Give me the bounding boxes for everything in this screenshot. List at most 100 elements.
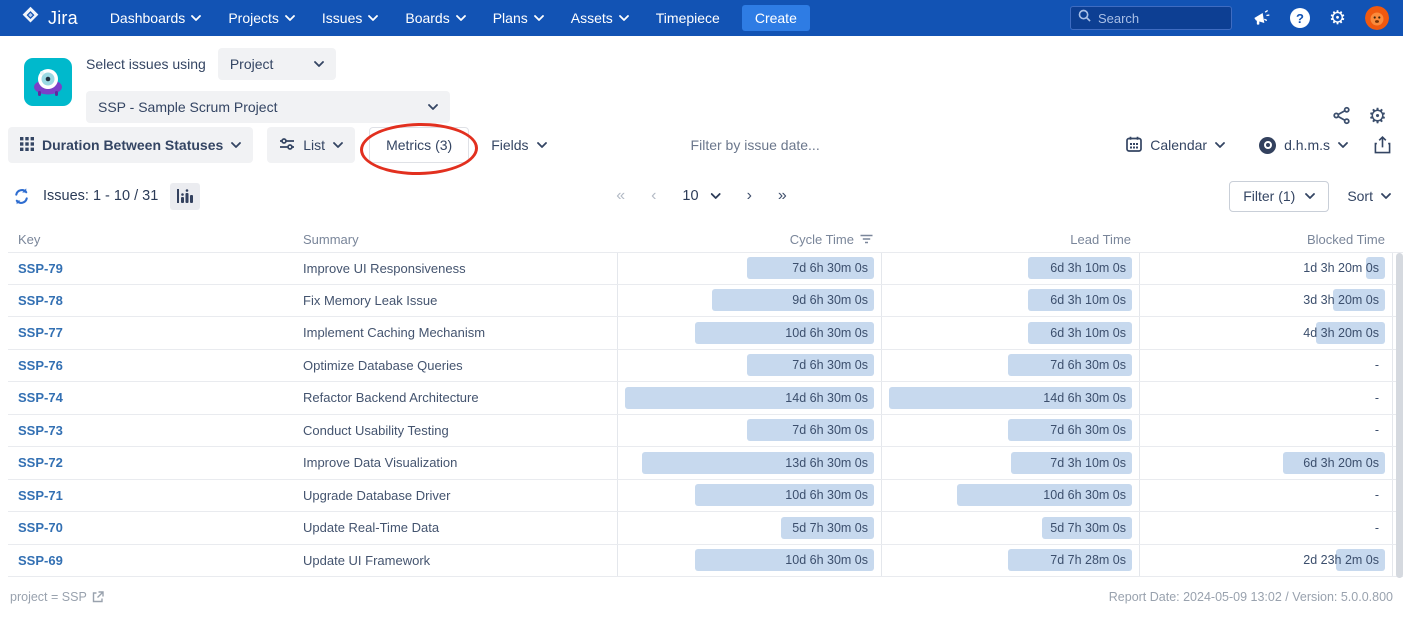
lead-time-value: 6d 3h 10m 0s — [1050, 322, 1126, 344]
cycle-time-cell: 10d 6h 30m 0s — [617, 317, 881, 349]
cycle-time-cell: 7d 6h 30m 0s — [617, 415, 881, 447]
help-icon[interactable]: ? — [1290, 8, 1310, 28]
announcements-icon[interactable] — [1251, 8, 1271, 28]
issue-key-link[interactable]: SSP-69 — [18, 553, 63, 568]
blocked-time-cell: - — [1139, 480, 1393, 512]
col-header-cycle-time[interactable]: Cycle Time — [617, 232, 881, 247]
create-button[interactable]: Create — [742, 5, 810, 31]
blocked-time-value: 1d 3h 20m 0s — [1303, 257, 1379, 279]
issue-summary: Improve UI Responsiveness — [293, 253, 617, 284]
metrics-button[interactable]: Metrics (3) — [369, 127, 469, 163]
export-icon[interactable] — [1370, 132, 1395, 158]
jira-logo-text: Jira — [48, 8, 78, 29]
issue-key-link[interactable]: SSP-77 — [18, 325, 63, 340]
lead-time-value: 7d 6h 30m 0s — [1050, 354, 1126, 376]
col-header-blocked-time[interactable]: Blocked Time — [1139, 232, 1393, 247]
nav-item-projects[interactable]: Projects — [228, 10, 295, 26]
issue-date-filter-input[interactable] — [691, 137, 891, 153]
table-row: SSP-71Upgrade Database Driver10d 6h 30m … — [8, 480, 1403, 513]
cycle-time-cell: 5d 7h 30m 0s — [617, 512, 881, 544]
share-icon[interactable] — [1332, 106, 1351, 130]
settings-gear-icon[interactable]: ⚙ — [1329, 9, 1346, 28]
nav-item-boards[interactable]: Boards — [405, 10, 465, 26]
sort-dropdown[interactable]: Sort — [1347, 188, 1391, 204]
issue-key-link[interactable]: SSP-73 — [18, 423, 63, 438]
issue-key-link[interactable]: SSP-79 — [18, 261, 63, 276]
issue-source-select[interactable]: Project — [218, 48, 336, 80]
report-type-dropdown[interactable]: Duration Between Statuses — [8, 127, 253, 163]
sliders-icon — [279, 137, 295, 154]
issue-key-link[interactable]: SSP-71 — [18, 488, 63, 503]
cycle-time-value: 10d 6h 30m 0s — [785, 549, 868, 571]
lead-time-value: 7d 6h 30m 0s — [1050, 419, 1126, 441]
nav-item-assets[interactable]: Assets — [571, 10, 629, 26]
lead-time-value: 6d 3h 10m 0s — [1050, 289, 1126, 311]
issue-key-link[interactable]: SSP-74 — [18, 390, 63, 405]
issue-key-link[interactable]: SSP-72 — [18, 455, 63, 470]
refresh-icon[interactable] — [12, 187, 31, 206]
blocked-time-cell: - — [1139, 512, 1393, 544]
filter-dropdown[interactable]: Filter (1) — [1229, 181, 1329, 212]
table-row: SSP-73Conduct Usability Testing7d 6h 30m… — [8, 415, 1403, 448]
report-version-label: Report Date: 2024-05-09 13:02 / Version:… — [1109, 590, 1393, 604]
project-select[interactable]: SSP - Sample Scrum Project — [86, 91, 450, 123]
report-settings-gear-icon[interactable]: ⚙ — [1368, 106, 1387, 130]
issue-summary: Update UI Framework — [293, 545, 617, 577]
lead-time-value: 14d 6h 30m 0s — [1043, 387, 1126, 409]
cycle-time-cell: 7d 6h 30m 0s — [617, 253, 881, 284]
view-mode-dropdown[interactable]: List — [267, 127, 355, 163]
external-link-icon[interactable] — [92, 591, 104, 603]
blocked-time-value: - — [1375, 354, 1379, 376]
nav-item-plans[interactable]: Plans — [493, 10, 544, 26]
chart-view-button[interactable] — [170, 183, 200, 210]
prev-page-button[interactable]: ‹ — [651, 187, 656, 205]
cycle-time-value: 9d 6h 30m 0s — [792, 289, 868, 311]
col-header-summary[interactable]: Summary — [293, 232, 617, 247]
lead-time-value: 10d 6h 30m 0s — [1043, 484, 1126, 506]
issues-control-bar: Issues: 1 - 10 / 31 « ‹ 10 › » Filter (1… — [8, 178, 1395, 214]
table-row: SSP-79 Improve UI Responsiveness 7d 6h 30m… — [8, 252, 1403, 285]
filter-lines-icon — [860, 232, 873, 247]
lead-time-value: 6d 3h 10m 0s — [1050, 257, 1126, 279]
fields-dropdown[interactable]: Fields — [479, 127, 558, 163]
issue-key-link[interactable]: SSP-76 — [18, 358, 63, 373]
issue-summary: Optimize Database Queries — [293, 350, 617, 382]
nav-item-dashboards[interactable]: Dashboards — [110, 10, 202, 26]
jira-logo[interactable]: Jira — [20, 5, 78, 31]
jira-logo-icon — [20, 5, 41, 31]
vertical-scrollbar[interactable] — [1396, 253, 1403, 578]
next-page-button[interactable]: › — [747, 187, 752, 205]
table-header-row: Key Summary Cycle Time Lead Time Blocked… — [8, 226, 1403, 252]
nav-item-issues[interactable]: Issues — [322, 10, 378, 26]
pagination: « ‹ 10 › » — [616, 187, 787, 205]
blocked-time-cell: 6d 3h 20m 0s — [1139, 447, 1393, 479]
first-page-button[interactable]: « — [616, 187, 625, 205]
table-row: SSP-72Improve Data Visualization13d 6h 3… — [8, 447, 1403, 480]
app-logo-icon — [24, 58, 72, 106]
search-input[interactable] — [1098, 11, 1224, 26]
user-avatar[interactable] — [1365, 6, 1389, 30]
lead-time-cell: 6d 3h 10m 0s — [881, 317, 1139, 349]
blocked-time-cell: - — [1139, 350, 1393, 382]
calendar-dropdown[interactable]: Calendar — [1114, 127, 1237, 163]
report-header: Select issues using Project SSP - Sample… — [0, 36, 1403, 124]
cycle-time-cell: 7d 6h 30m 0s — [617, 350, 881, 382]
blocked-time-value: 6d 3h 20m 0s — [1303, 452, 1379, 474]
cycle-time-value: 14d 6h 30m 0s — [785, 387, 868, 409]
col-header-lead-time[interactable]: Lead Time — [881, 232, 1139, 247]
cycle-time-value: 7d 6h 30m 0s — [792, 257, 868, 279]
cycle-time-cell: 10d 6h 30m 0s — [617, 480, 881, 512]
lead-time-cell: 7d 3h 10m 0s — [881, 447, 1139, 479]
page-size-select[interactable]: 10 — [682, 188, 720, 204]
jql-query-label: project = SSP — [10, 590, 87, 604]
issue-key-link[interactable]: SSP-78 — [18, 293, 63, 308]
cycle-time-value: 10d 6h 30m 0s — [785, 322, 868, 344]
last-page-button[interactable]: » — [778, 187, 787, 205]
duration-format-dropdown[interactable]: d.h.m.s — [1247, 127, 1360, 163]
cycle-time-cell: 9d 6h 30m 0s — [617, 285, 881, 317]
issue-key-link[interactable]: SSP-70 — [18, 520, 63, 535]
global-search[interactable] — [1070, 6, 1232, 30]
col-header-key[interactable]: Key — [8, 232, 293, 247]
nav-item-timepiece[interactable]: Timepiece — [656, 10, 720, 26]
cycle-time-value: 7d 6h 30m 0s — [792, 354, 868, 376]
